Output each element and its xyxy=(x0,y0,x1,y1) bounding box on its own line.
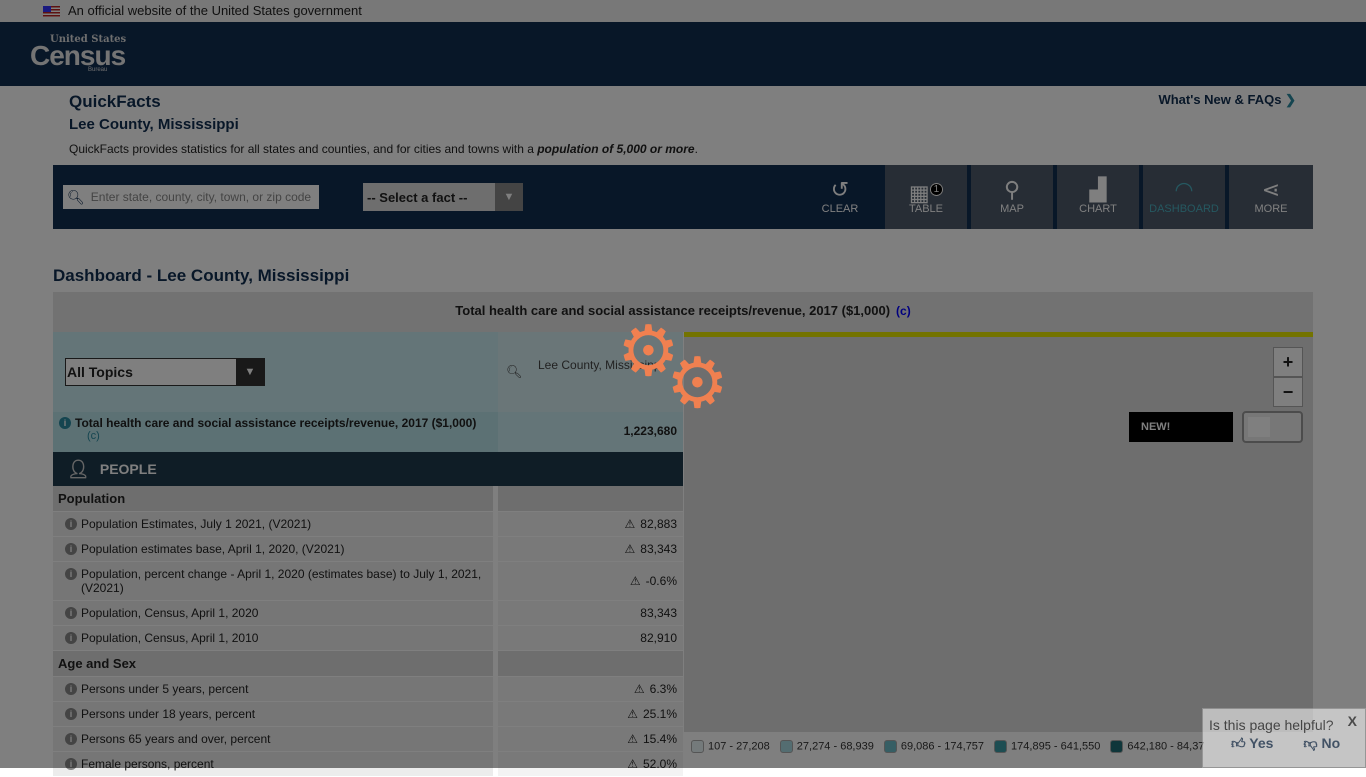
close-button[interactable]: X xyxy=(1348,713,1357,729)
no-label: No xyxy=(1321,735,1341,751)
yes-button[interactable]: 👍︎ Yes xyxy=(1231,735,1273,752)
yes-label: Yes xyxy=(1249,735,1274,751)
gear-icon: ⚙ xyxy=(666,344,729,422)
no-button[interactable]: 👎︎ No xyxy=(1303,735,1340,752)
feedback-question: Is this page helpful? xyxy=(1209,717,1334,733)
feedback-widget: Is this page helpful? X 👍︎ Yes 👎︎ No xyxy=(1202,708,1366,768)
